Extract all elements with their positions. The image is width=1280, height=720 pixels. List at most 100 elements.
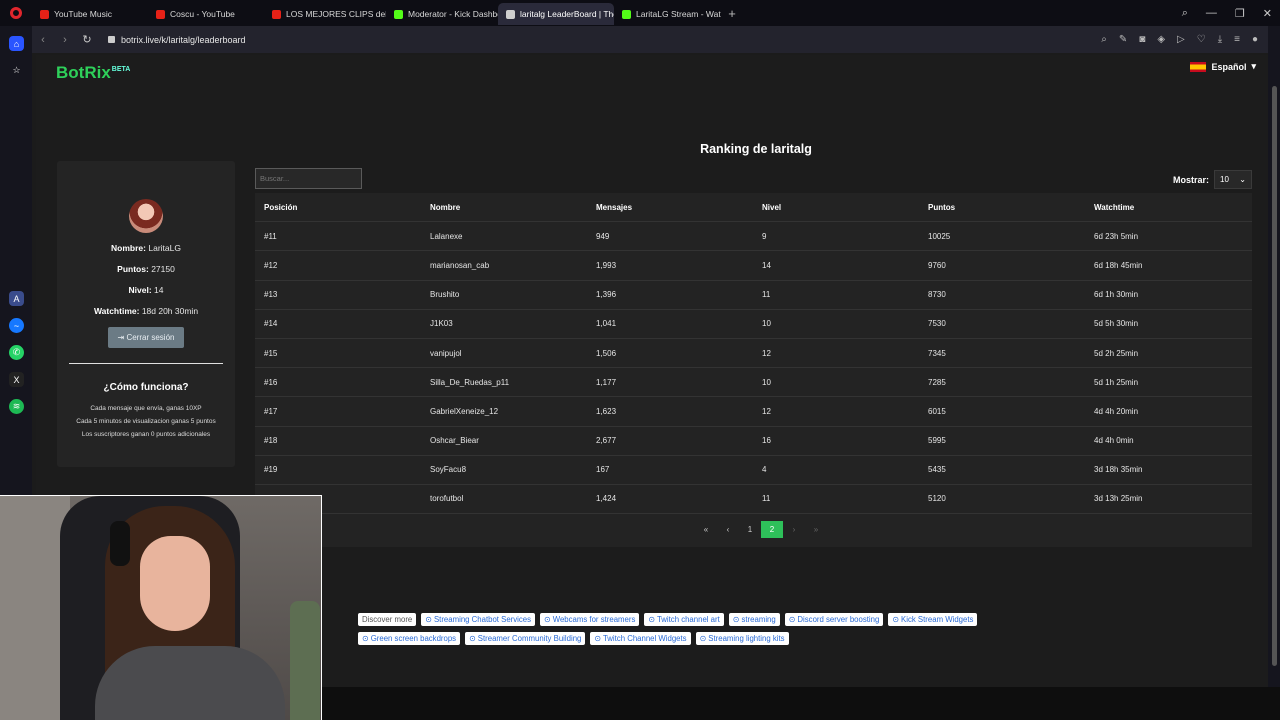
url-text: botrix.live/k/laritalg/leaderboard (121, 34, 246, 45)
restore-icon[interactable]: ❐ (1235, 7, 1245, 20)
discover-tag-link[interactable]: ⊙ Green screen backdrops (358, 632, 461, 645)
logout-button[interactable]: ⇥ Cerrar sesión (107, 327, 185, 348)
brand-badge: BETA (111, 66, 131, 74)
browser-tab[interactable]: LOS MEJORES CLIPS del M (264, 3, 386, 25)
browser-tab[interactable]: Moderator - Kick Dashbo (386, 3, 498, 25)
nivel-label: Nivel: (128, 285, 152, 295)
table-row: #17 GabrielXeneize_12 1,623 12 6015 4d 4h 20m… (255, 397, 1252, 427)
table-cell: 16 (762, 436, 771, 446)
table-cell: 167 (596, 465, 610, 475)
search-icon: ⊙ (425, 615, 434, 624)
table-cell: 10 (762, 319, 771, 329)
column-header[interactable]: Posición (255, 203, 421, 212)
messenger-icon[interactable]: ~ (9, 318, 24, 333)
discover-tag-link[interactable]: ⊙ streaming (728, 613, 780, 626)
table-cell: 11 (762, 290, 771, 300)
discover-tag-label: streaming (741, 615, 776, 624)
column-header[interactable]: Mensajes (587, 203, 753, 212)
table-cell: J1K03 (430, 319, 453, 329)
whatsapp-icon[interactable]: ✆ (9, 345, 24, 360)
watchtime-label: Watchtime: (93, 306, 140, 316)
table-cell: 6d 1h 30min (1094, 290, 1139, 300)
url-field[interactable]: botrix.live/k/laritalg/leaderboard (108, 35, 246, 45)
column-header[interactable]: Nombre (421, 203, 587, 212)
tab-title: YouTube Music (54, 9, 112, 19)
table-cell: 10 (762, 377, 771, 387)
download-icon[interactable]: ⤓ (1218, 34, 1222, 45)
column-header[interactable]: Puntos (919, 203, 1085, 212)
browser-tab-bar: YouTube Music Coscu - YouTube LOS MEJORES … (0, 0, 1280, 26)
table-row: #11 Lalanexe 949 9 10025 6d 23h 5min (255, 222, 1252, 252)
column-header[interactable]: Nivel (753, 203, 919, 212)
browser-tab[interactable]: laritalg LeaderBoard | The (498, 3, 614, 25)
spotify-icon[interactable]: ≋ (9, 399, 24, 414)
forward-icon[interactable]: › (54, 34, 76, 46)
menu-icon[interactable]: ≡ (1234, 34, 1240, 45)
play-icon[interactable]: ▷ (1177, 34, 1185, 45)
tab-favicon-icon (156, 9, 165, 19)
discover-tag-link[interactable]: ⊙ Twitch channel art (644, 613, 724, 626)
close-icon[interactable]: ✕ (1263, 7, 1272, 20)
last-page-icon: » (813, 525, 819, 534)
logout-label: Cerrar sesión (126, 333, 175, 342)
prev-page-icon[interactable]: ‹ (717, 521, 739, 538)
search-tabs-icon[interactable]: ⌕ (1182, 7, 1188, 20)
howto-title: ¿Cómo funciona? (103, 382, 189, 393)
x-icon[interactable]: X (9, 372, 24, 387)
tab-favicon-icon (394, 9, 403, 19)
table-cell: 1,424 (596, 494, 617, 504)
discover-tag-link[interactable]: ⊙ Streaming Chatbot Services (421, 613, 536, 626)
profile-icon[interactable]: ● (1252, 34, 1258, 45)
profile-watchtime: 18d 20h 30min (141, 306, 199, 316)
scrollbar-thumb[interactable] (1272, 86, 1277, 666)
table-cell: 6d 18h 45min (1094, 260, 1143, 270)
star-icon[interactable]: ☆ (9, 63, 24, 78)
back-icon[interactable]: ‹ (32, 34, 54, 46)
table-cell: 5d 2h 25min (1094, 348, 1139, 358)
discover-tag-link[interactable]: ⊙ Kick Stream Widgets (888, 613, 978, 626)
new-tab-button[interactable]: + (722, 6, 742, 21)
table-cell: 3d 18h 35min (1094, 465, 1143, 475)
divider (69, 363, 223, 364)
address-bar: ‹ › ↻ botrix.live/k/laritalg/leaderboard… (32, 26, 1268, 53)
page-2-link[interactable]: 2 (761, 521, 783, 538)
shield-icon[interactable]: ◈ (1157, 34, 1165, 45)
page-1-link[interactable]: 1 (739, 521, 761, 538)
table-cell: 1,623 (596, 406, 617, 416)
discover-tag-link[interactable]: ⊙ Twitch Channel Widgets (590, 632, 691, 645)
discover-tag-link[interactable]: ⊙ Webcams for streamers (540, 613, 640, 626)
heart-icon[interactable]: ♡ (1197, 34, 1206, 45)
opera-menu-icon[interactable] (0, 0, 32, 26)
browser-tab[interactable]: Coscu - YouTube (148, 3, 264, 25)
reload-icon[interactable]: ↻ (76, 33, 98, 46)
camera-icon[interactable]: ◙ (1139, 34, 1145, 45)
aria-icon[interactable]: A (9, 291, 24, 306)
chevron-down-icon: ⌄ (1239, 175, 1246, 184)
zoom-icon[interactable]: ⌕ (1101, 34, 1107, 45)
language-selector[interactable]: Español ▾ (1190, 61, 1256, 72)
discover-tag-link[interactable]: ⊙ Streaming lighting kits (695, 632, 789, 645)
table-cell: #18 (264, 436, 278, 446)
table-cell: 2,677 (596, 436, 617, 446)
browser-tab[interactable]: LaritaLG Stream - Wat (614, 3, 722, 25)
scrollbar[interactable] (1268, 26, 1280, 720)
table-cell: 1,993 (596, 260, 617, 270)
browser-tab[interactable]: YouTube Music (32, 3, 148, 25)
discover-tag-label: Streamer Community Building (477, 634, 582, 643)
minimize-icon[interactable]: — (1206, 7, 1217, 19)
home-icon[interactable]: ⌂ (9, 36, 24, 51)
language-label: Español (1211, 61, 1247, 72)
lock-icon (108, 36, 115, 43)
table-cell: Silla_De_Ruedas_p11 (430, 377, 510, 387)
botrix-logo[interactable]: BotRixBETA (56, 63, 130, 83)
edit-icon[interactable]: ✎ (1119, 34, 1127, 45)
discover-tag-link[interactable]: ⊙ Discord server boosting (784, 613, 884, 626)
page-size-select[interactable]: 10 ⌄ (1214, 170, 1252, 189)
search-input[interactable] (255, 168, 362, 189)
discover-tag-link[interactable]: ⊙ Streamer Community Building (465, 632, 586, 645)
discover-more-label: Discover more (358, 613, 417, 626)
column-header[interactable]: Watchtime (1085, 203, 1251, 212)
webcam-bottle (290, 601, 320, 720)
first-page-icon[interactable]: « (695, 521, 717, 538)
discover-more-tags: Discover more ⊙ Streaming Chatbot Service… (358, 613, 978, 645)
